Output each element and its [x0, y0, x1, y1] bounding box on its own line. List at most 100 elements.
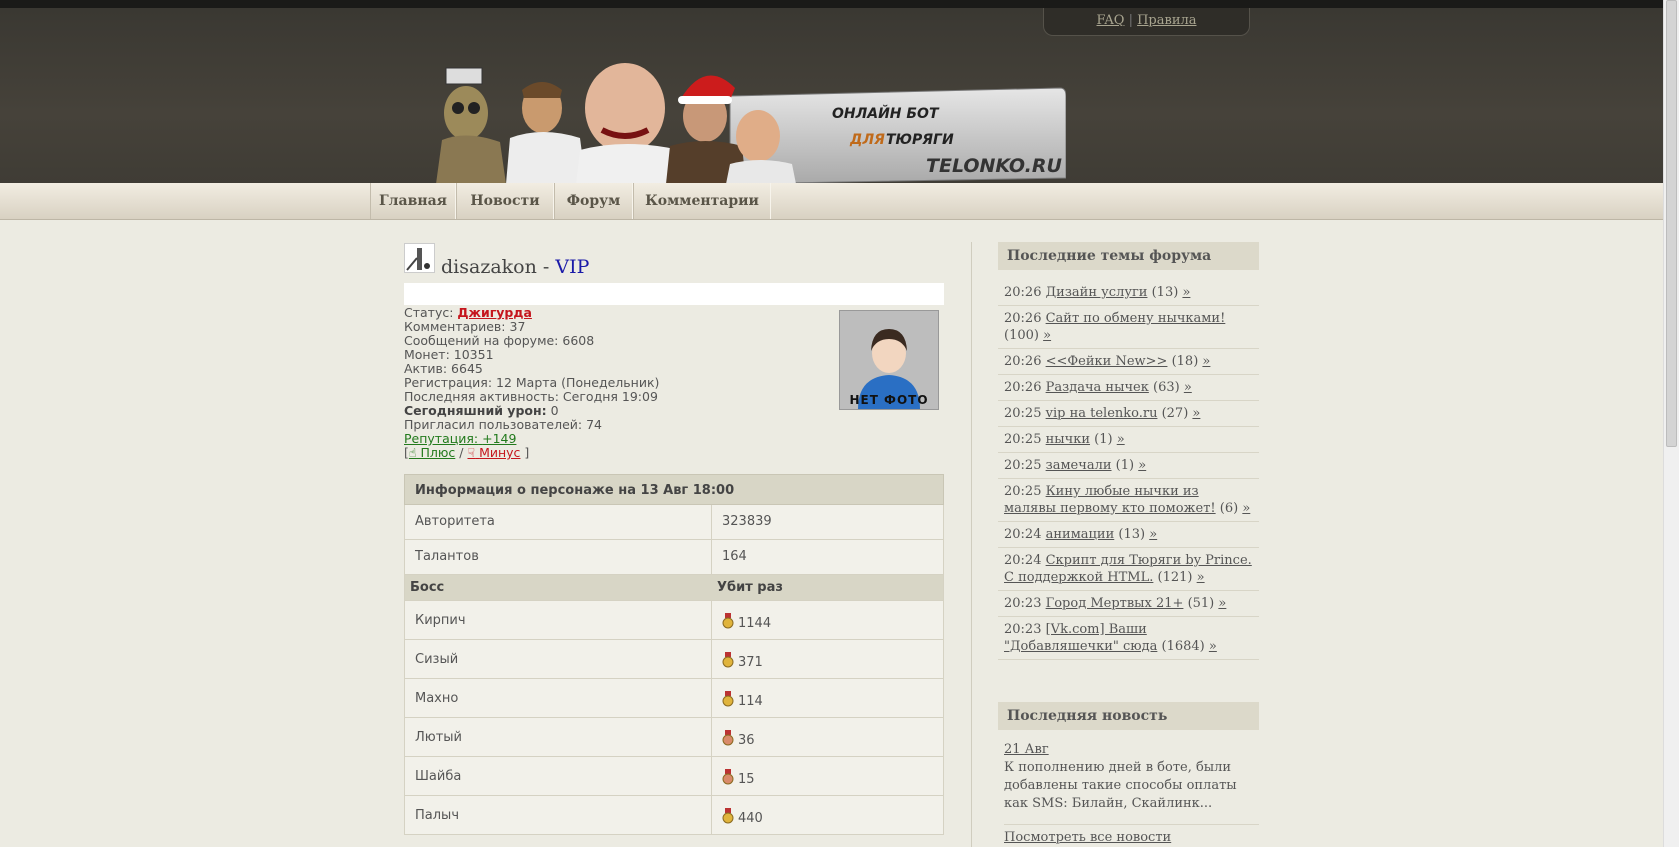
topic-time: 20:23 — [1004, 596, 1042, 611]
coins: Монет: 10351 — [404, 347, 494, 362]
nav-comments[interactable]: Комментарии — [633, 183, 771, 219]
invited: Пригласил пользователей: 74 — [404, 417, 602, 432]
topic-more-link[interactable]: » — [1149, 527, 1157, 542]
username: disazakon — [441, 256, 537, 278]
nav-forum[interactable]: Форум — [554, 183, 633, 219]
user-avatar[interactable] — [404, 243, 435, 273]
scrollbar[interactable] — [1663, 0, 1679, 847]
top-border — [0, 0, 1663, 8]
topic-count: (1) — [1094, 432, 1113, 447]
topic-time: 20:25 — [1004, 406, 1042, 421]
thumb-down-icon: ☟ — [467, 445, 476, 460]
table-title: Информация о персонаже на 13 Авг 18:00 — [404, 474, 944, 505]
damage-value: 0 — [550, 403, 559, 418]
latest-news: 21 Авг К пополнению дней в боте, были до… — [1004, 741, 1259, 845]
nav-home[interactable]: Главная — [370, 183, 456, 219]
column-divider — [971, 242, 972, 847]
topic-more-link[interactable]: » — [1209, 639, 1217, 654]
boss-name: Шайба — [415, 769, 462, 784]
topic-time: 20:26 — [1004, 285, 1042, 300]
boss-kills: 36 — [738, 733, 755, 748]
top-links: FAQ | Правила — [1043, 8, 1250, 36]
plus-link[interactable]: ☝ Плюс — [409, 445, 455, 460]
forum-topic: 20:26 Раздача нычек (63) » — [998, 375, 1259, 401]
boss-row: Шайба 15 — [404, 757, 944, 796]
topic-more-link[interactable]: » — [1184, 380, 1192, 395]
boss-row: Махно 114 — [404, 679, 944, 718]
topic-more-link[interactable]: » — [1197, 570, 1205, 585]
topic-more-link[interactable]: » — [1218, 596, 1226, 611]
boss-row: Палыч 440 — [404, 796, 944, 835]
no-photo-label: НЕТ ФОТО — [849, 393, 929, 407]
topic-time: 20:23 — [1004, 622, 1042, 637]
boss-kills: 440 — [738, 811, 763, 826]
rules-link[interactable]: Правила — [1137, 13, 1196, 28]
main-nav: Главная Новости Форум Комментарии — [0, 183, 1663, 220]
boss-header-row: Босс Убит раз — [404, 575, 944, 601]
forum-topic: 20:26 Дизайн услуги (13) » — [998, 280, 1259, 306]
registered: Регистрация: 12 Марта (Понедельник) — [404, 375, 660, 390]
boss-name: Махно — [415, 691, 459, 706]
boss-header: Босс — [410, 580, 445, 595]
faq-link[interactable]: FAQ — [1097, 13, 1125, 28]
topic-link[interactable]: замечали — [1046, 458, 1112, 473]
topic-count: (1684) — [1161, 639, 1205, 654]
status-link[interactable]: Джигурда — [457, 305, 532, 320]
topic-more-link[interactable]: » — [1138, 458, 1146, 473]
topic-more-link[interactable]: » — [1182, 285, 1190, 300]
topic-link[interactable]: Раздача нычек — [1046, 380, 1149, 395]
forum-title: Последние темы форума — [998, 242, 1259, 270]
table-row: Авторитета 323839 — [404, 505, 944, 540]
stat-label: Авторитета — [415, 514, 495, 529]
scrollbar-thumb[interactable] — [1666, 0, 1677, 447]
topic-count: (1) — [1115, 458, 1135, 473]
profile-info: Статус: Джигурда Комментариев: 37 Сообще… — [404, 305, 660, 460]
forum-topic: 20:23 [Vk.com] Ваши "Добавляшечки" сюда … — [998, 617, 1259, 660]
topic-link[interactable]: Скрипт для Тюряги by Prince. С поддержко… — [1004, 553, 1252, 585]
site-logo[interactable]: ОНЛАЙН БОТ ДЛЯ ТЮРЯГИ TELONKO.RU — [430, 38, 1066, 184]
boss-name: Сизый — [415, 652, 459, 667]
kills-header: Убит раз — [717, 580, 783, 595]
topic-count: (51) — [1187, 596, 1215, 611]
topic-time: 20:24 — [1004, 527, 1042, 542]
logo-line2a: ДЛЯ — [849, 132, 885, 148]
news-text: К пополнению дней в боте, были добавлены… — [1004, 760, 1237, 811]
topic-more-link[interactable]: » — [1192, 406, 1200, 421]
forum-topic: 20:26 <<Фейки New>> (18) » — [998, 349, 1259, 375]
topic-more-link[interactable]: » — [1117, 432, 1125, 447]
topic-count: (100) — [1004, 328, 1039, 343]
topic-more-link[interactable]: » — [1202, 354, 1210, 369]
topic-link[interactable]: vip на telenko.ru — [1046, 406, 1158, 421]
topic-link[interactable]: нычки — [1046, 432, 1090, 447]
boss-kills: 1144 — [738, 616, 772, 631]
topic-link[interactable]: Сайт по обмену нычками! — [1046, 311, 1226, 326]
topic-link[interactable]: <<Фейки New>> — [1046, 354, 1168, 369]
topic-more-link[interactable]: » — [1242, 501, 1250, 516]
topic-time: 20:26 — [1004, 380, 1042, 395]
topic-count: (13) — [1151, 285, 1179, 300]
all-news-link[interactable]: Посмотреть все новости — [1004, 824, 1259, 847]
topic-link[interactable]: Дизайн услуги — [1046, 285, 1148, 300]
forum-topic: 20:25 нычки (1) » — [998, 427, 1259, 453]
topic-link[interactable]: анимации — [1046, 527, 1115, 542]
boss-name: Кирпич — [415, 613, 466, 628]
minus-link[interactable]: ☟ Минус — [467, 445, 520, 460]
reputation-link[interactable]: Репутация: +149 — [404, 431, 516, 446]
profile-photo: НЕТ ФОТО — [839, 310, 939, 410]
news-date[interactable]: 21 Авг — [1004, 742, 1049, 757]
forum-topic: 20:25 замечали (1) » — [998, 453, 1259, 479]
forum-topic: 20:25 Кину любые нычки из малявы первому… — [998, 479, 1259, 522]
plus-label: Плюс — [420, 445, 456, 460]
nav-news[interactable]: Новости — [456, 183, 554, 219]
boss-kills: 15 — [738, 772, 755, 787]
table-row: Талантов 164 — [404, 540, 944, 575]
status-label: Статус: — [404, 305, 454, 320]
logo-site: TELONKO.RU — [926, 155, 1063, 177]
topic-link[interactable]: Город Мертвых 21+ — [1046, 596, 1184, 611]
topic-count: (27) — [1161, 406, 1189, 421]
topic-more-link[interactable]: » — [1043, 328, 1051, 343]
profile-banner — [404, 283, 944, 305]
topic-count: (63) — [1153, 380, 1180, 395]
forum-posts: Сообщений на форуме: 6608 — [404, 333, 595, 348]
medal-icon — [722, 691, 734, 707]
